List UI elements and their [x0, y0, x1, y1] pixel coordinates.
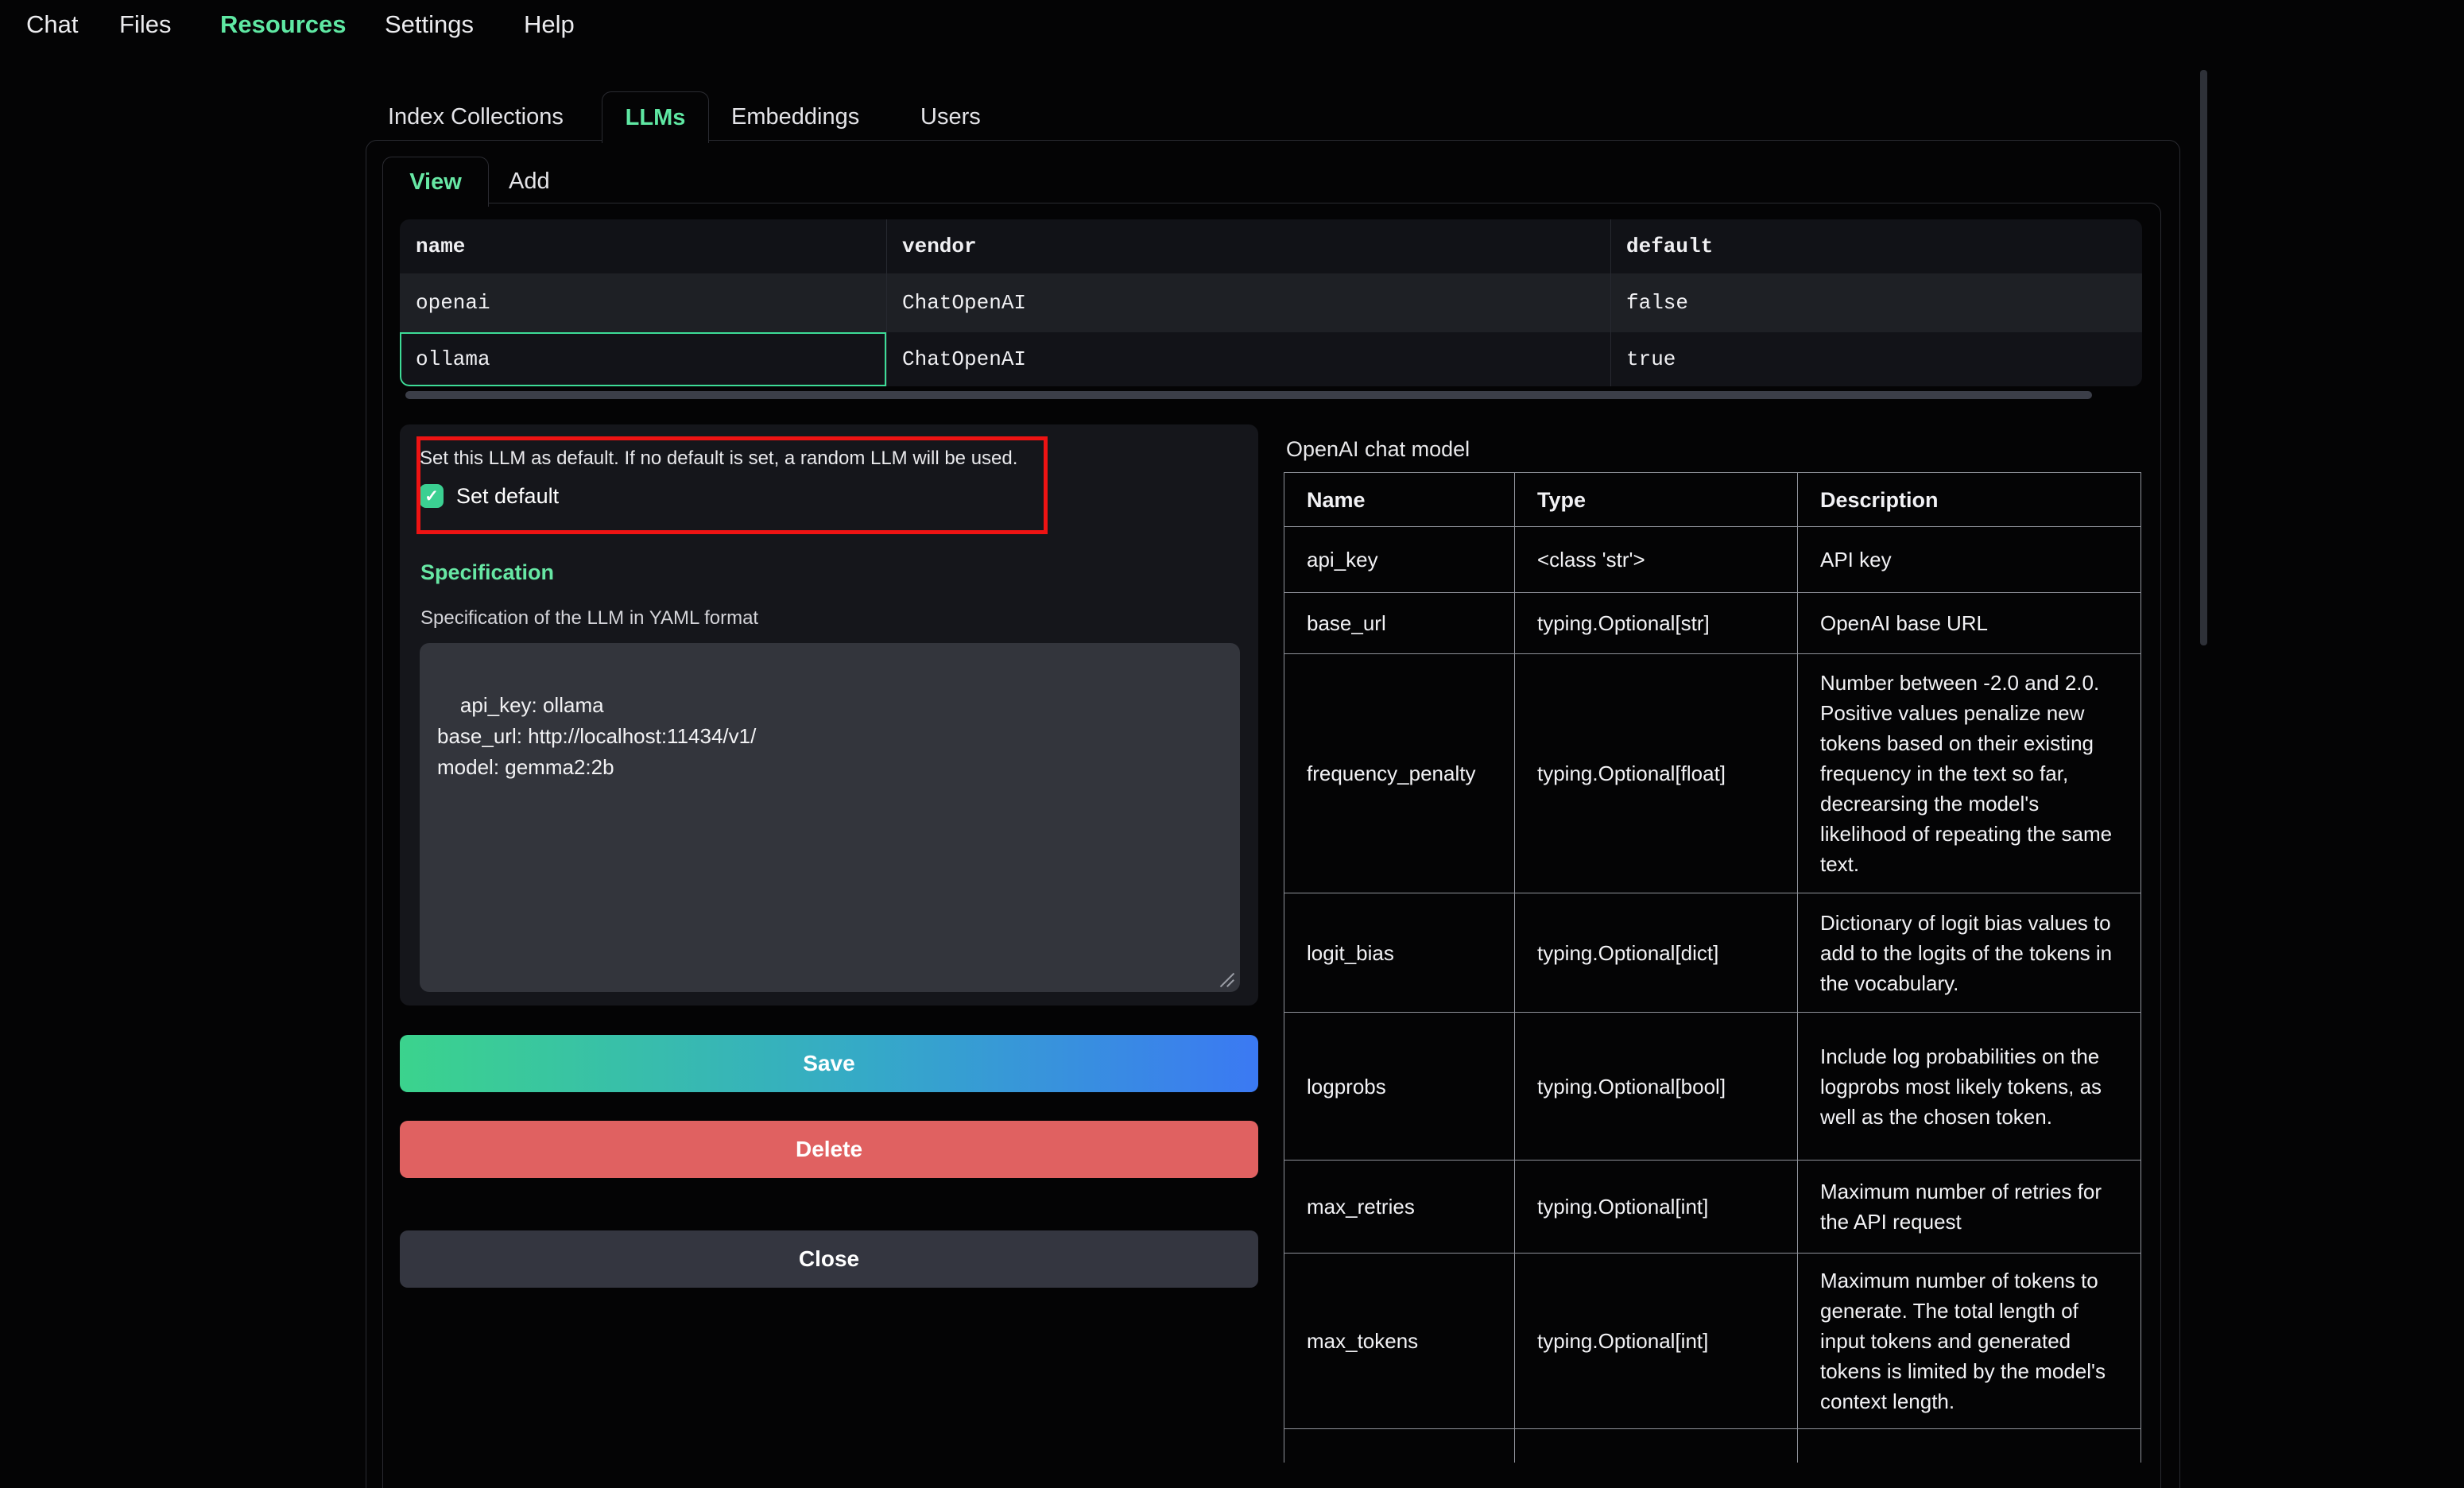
- param-name: max_retries: [1284, 1161, 1515, 1254]
- table-row-ollama[interactable]: ollama ChatOpenAI true: [400, 332, 2142, 386]
- tab-embeddings[interactable]: Embeddings: [731, 103, 859, 130]
- param-description: OpenAI base URL: [1798, 593, 2141, 654]
- nav-item-chat[interactable]: Chat: [26, 11, 78, 38]
- column-header-default: default: [1610, 219, 2142, 273]
- delete-button[interactable]: Delete: [400, 1121, 1258, 1178]
- param-name: max_tokens: [1284, 1254, 1515, 1429]
- set-default-checkbox[interactable]: ✓: [420, 484, 444, 508]
- nav-item-help[interactable]: Help: [524, 11, 575, 38]
- close-button[interactable]: Close: [400, 1230, 1258, 1288]
- column-header-vendor: vendor: [886, 219, 1610, 273]
- cell-openai-default[interactable]: false: [1610, 273, 2142, 332]
- param-description: Dictionary of logit bias values to add t…: [1798, 893, 2141, 1013]
- tab-users[interactable]: Users: [920, 103, 981, 130]
- column-header-name: name: [400, 219, 886, 273]
- page-vertical-scrollbar[interactable]: [2200, 70, 2207, 645]
- param-type: typing.Optional[str]: [1515, 593, 1798, 654]
- param-description: API key: [1798, 527, 2141, 593]
- params-header-description: Description: [1798, 473, 2141, 527]
- param-row-max-retries: max_retries typing.Optional[int] Maximum…: [1284, 1161, 2141, 1254]
- yaml-spec-textarea[interactable]: api_key: ollama base_url: http://localho…: [420, 643, 1240, 992]
- set-default-label[interactable]: Set default: [456, 484, 559, 508]
- cell-openai-vendor[interactable]: ChatOpenAI: [886, 273, 1610, 332]
- params-table: Name Type Description api_key <class 'st…: [1284, 472, 2141, 1463]
- param-description: Include log probabilities on the logprob…: [1798, 1013, 2141, 1161]
- set-default-help-text: Set this LLM as default. If no default i…: [420, 447, 1017, 471]
- app-screen: Chat Files Resources Settings Help Index…: [0, 0, 2464, 1488]
- param-name: frequency_penalty: [1284, 654, 1515, 893]
- param-name: api_key: [1284, 527, 1515, 593]
- param-row-base-url: base_url typing.Optional[str] OpenAI bas…: [1284, 593, 2141, 654]
- cell-ollama-default[interactable]: true: [1610, 332, 2142, 386]
- params-panel-title: OpenAI chat model: [1286, 437, 1470, 462]
- param-type: typing.Optional[float]: [1515, 654, 1798, 893]
- param-type: typing.Optional[int]: [1515, 1254, 1798, 1429]
- param-type: typing.Optional[bool]: [1515, 1013, 1798, 1161]
- params-header-row: Name Type Description: [1284, 473, 2141, 527]
- subtab-view[interactable]: View: [382, 157, 489, 207]
- param-name: logprobs: [1284, 1013, 1515, 1161]
- nav-item-resources[interactable]: Resources: [220, 11, 347, 38]
- column-divider: [1610, 219, 1611, 386]
- param-row-api-key: api_key <class 'str'> API key: [1284, 527, 2141, 593]
- nav-item-settings[interactable]: Settings: [385, 11, 474, 38]
- tab-index-collections[interactable]: Index Collections: [388, 103, 564, 130]
- param-description: Maximum number of tokens to generate. Th…: [1798, 1254, 2141, 1429]
- llm-list-table: name vendor default openai ChatOpenAI fa…: [400, 219, 2142, 386]
- params-table-container: Name Type Description api_key <class 'st…: [1284, 472, 2144, 1463]
- param-name: base_url: [1284, 593, 1515, 654]
- params-header-type: Type: [1515, 473, 1798, 527]
- llm-table-header: name vendor default: [400, 219, 2142, 273]
- param-row-logit-bias: logit_bias typing.Optional[dict] Diction…: [1284, 893, 2141, 1013]
- params-header-name: Name: [1284, 473, 1515, 527]
- specification-sublabel: Specification of the LLM in YAML format: [420, 607, 758, 630]
- nav-item-files[interactable]: Files: [119, 11, 171, 38]
- table-horizontal-scrollbar[interactable]: [405, 391, 2092, 399]
- table-row-openai[interactable]: openai ChatOpenAI false: [400, 273, 2142, 332]
- param-row-logprobs: logprobs typing.Optional[bool] Include l…: [1284, 1013, 2141, 1161]
- param-row-partial: [1284, 1429, 2141, 1463]
- param-row-max-tokens: max_tokens typing.Optional[int] Maximum …: [1284, 1254, 2141, 1429]
- param-description: Number between -2.0 and 2.0. Positive va…: [1798, 654, 2141, 893]
- param-type: typing.Optional[int]: [1515, 1161, 1798, 1254]
- param-row-frequency-penalty: frequency_penalty typing.Optional[float]…: [1284, 654, 2141, 893]
- save-button[interactable]: Save: [400, 1035, 1258, 1092]
- resize-grip-icon[interactable]: [1219, 971, 1235, 987]
- cell-openai-name[interactable]: openai: [400, 273, 886, 332]
- specification-heading: Specification: [420, 560, 554, 585]
- cell-ollama-name[interactable]: ollama: [400, 332, 886, 386]
- param-description: Maximum number of retries for the API re…: [1798, 1161, 2141, 1254]
- cell-ollama-vendor[interactable]: ChatOpenAI: [886, 332, 1610, 386]
- yaml-spec-text: api_key: ollama base_url: http://localho…: [437, 693, 756, 779]
- param-type: typing.Optional[dict]: [1515, 893, 1798, 1013]
- column-divider: [886, 219, 887, 386]
- param-name: logit_bias: [1284, 893, 1515, 1013]
- param-type: <class 'str'>: [1515, 527, 1798, 593]
- tab-llms[interactable]: LLMs: [602, 91, 709, 143]
- checkmark-icon: ✓: [424, 486, 439, 506]
